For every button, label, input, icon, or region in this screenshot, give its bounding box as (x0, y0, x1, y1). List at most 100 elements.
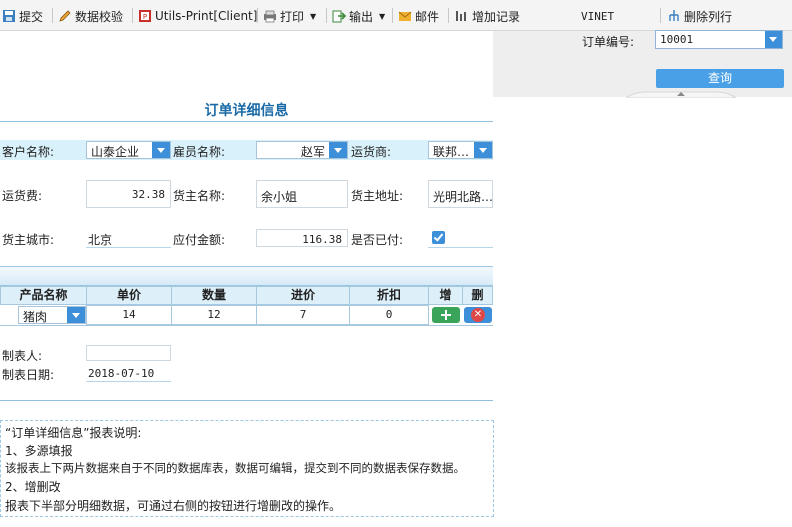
employee-select[interactable]: 赵军 (256, 141, 348, 159)
utils-print-label: Utils-Print[Client] (155, 9, 258, 23)
customer-select[interactable]: 山泰企业 (86, 141, 171, 159)
vinet-label: VINET (581, 9, 615, 23)
validate-button[interactable]: 数据校验 (58, 7, 123, 25)
city-label: 货主城市: (2, 233, 55, 247)
submit-label: 提交 (19, 9, 44, 24)
chevron-down-icon[interactable] (152, 142, 170, 158)
toolbar-separator (660, 8, 661, 23)
price-cell[interactable]: 14 (86, 305, 172, 325)
mail-icon (398, 11, 412, 21)
validate-label: 数据校验 (75, 9, 124, 24)
amount-field: 116.38 (256, 229, 348, 247)
pencil-icon (59, 10, 71, 22)
delete-row-button[interactable]: 删除列行 (667, 7, 732, 25)
toolbar-separator (448, 8, 449, 23)
employee-label: 雇员名称: (173, 145, 226, 159)
note-line: 2、增删改 (5, 480, 61, 494)
amount-label: 应付金额: (173, 233, 226, 247)
svg-text:P: P (143, 13, 147, 21)
detail-section-band (0, 266, 493, 286)
grid-header-quantity: 数量 (171, 286, 257, 305)
export-menu-button[interactable]: 输出 ▼ (332, 7, 385, 25)
chevron-down-icon[interactable] (329, 142, 347, 158)
grid-header-discount: 折扣 (349, 286, 429, 305)
order-number-label: 订单编号: (582, 35, 635, 49)
product-select[interactable]: 猪肉 (18, 306, 86, 324)
chevron-down-icon[interactable] (474, 142, 492, 158)
employee-value: 赵军 (300, 145, 325, 159)
shipper-label: 运货商: (351, 145, 392, 159)
close-icon: ✕ (471, 308, 485, 322)
freight-field[interactable]: 32.38 (86, 180, 171, 208)
printer-icon (264, 10, 276, 23)
delete-row-button-grid[interactable]: ✕ (464, 307, 492, 323)
title-divider (0, 121, 493, 122)
date-value: 2018-07-10 (88, 367, 155, 380)
address-field[interactable]: 光明北路… (428, 180, 493, 208)
grid-header-price: 单价 (86, 286, 172, 305)
utils-print-button[interactable]: P Utils-Print[Client] (138, 7, 257, 25)
discount-cell[interactable]: 0 (349, 305, 429, 325)
toolbar-separator (132, 8, 133, 23)
customer-label: 客户名称: (2, 145, 55, 159)
address-value: 光明北路… (433, 190, 494, 204)
toolbar-separator (326, 8, 327, 23)
order-number-value: 10001 (660, 33, 694, 46)
freight-label: 运货费: (2, 189, 43, 203)
chevron-down-icon: ▼ (310, 11, 317, 21)
report-notes: “订单详细信息”报表说明: 1、多源填报 该报表上下两片数据来自于不同的数据库表… (0, 420, 494, 517)
maker-field[interactable] (86, 345, 171, 361)
shipper-select[interactable]: 联邦… (428, 141, 493, 159)
consignee-field[interactable]: 余小姐 (256, 180, 348, 208)
order-number-select[interactable]: 10001 (655, 30, 783, 49)
toolbar: 提交 数据校验 P Utils-Print[Client] 打印 ▼ 输出 ▼ … (0, 0, 792, 31)
grid-header-cost: 进价 (256, 286, 350, 305)
toolbar-separator (257, 8, 258, 23)
amount-value: 116.38 (302, 233, 342, 246)
header-info-band (0, 140, 493, 160)
date-underline (86, 381, 171, 382)
add-record-label: 增加记录 (472, 9, 521, 24)
grid-bottom-line (0, 325, 493, 326)
city-underline (86, 247, 171, 248)
paid-checkbox[interactable] (432, 231, 445, 244)
email-label: 邮件 (415, 9, 440, 24)
grid-header-product: 产品名称 (0, 286, 87, 305)
add-record-button[interactable]: 增加记录 (455, 7, 520, 25)
cost-cell[interactable]: 7 (256, 305, 350, 325)
quantity-cell[interactable]: 12 (171, 305, 257, 325)
print-label: 打印 (280, 9, 305, 24)
delete-row-label: 删除列行 (684, 9, 733, 24)
note-line: 该报表上下两片数据来自于不同的数据库表，数据可编辑，提交到不同的数据表保存数据。 (5, 461, 465, 475)
grid-header-add: 增 (428, 286, 463, 305)
email-button[interactable]: 邮件 (398, 7, 439, 25)
collapse-panel-icon[interactable] (626, 90, 736, 98)
freight-value: 32.38 (131, 188, 165, 201)
pdf-icon: P (139, 10, 151, 22)
address-label: 货主地址: (351, 189, 404, 203)
note-line: 1、多源填报 (5, 444, 73, 458)
toolbar-separator (392, 8, 393, 23)
consignee-label: 货主名称: (173, 189, 226, 203)
submit-button[interactable]: 提交 (2, 7, 43, 25)
toolbar-separator (52, 8, 53, 23)
query-button[interactable]: 查询 (656, 69, 784, 88)
note-line: “订单详细信息”报表说明: (5, 426, 142, 440)
consignee-value: 余小姐 (261, 190, 298, 204)
product-value: 猪肉 (23, 310, 48, 324)
chevron-down-icon: ▼ (379, 11, 386, 21)
chevron-down-icon[interactable] (67, 307, 85, 323)
print-menu-button[interactable]: 打印 ▼ (263, 7, 316, 25)
delete-row-icon (669, 10, 679, 21)
maker-label: 制表人: (2, 349, 43, 363)
shipper-value: 联邦… (433, 145, 470, 159)
date-label: 制表日期: (2, 368, 55, 382)
add-row-button[interactable] (432, 307, 460, 323)
paid-underline (428, 247, 493, 248)
paid-label: 是否已付: (351, 233, 404, 247)
submit-icon (3, 10, 15, 22)
chevron-down-icon[interactable] (765, 31, 782, 48)
grid-header-delete: 删 (462, 286, 493, 305)
export-icon (332, 10, 346, 23)
city-value: 北京 (88, 233, 113, 247)
